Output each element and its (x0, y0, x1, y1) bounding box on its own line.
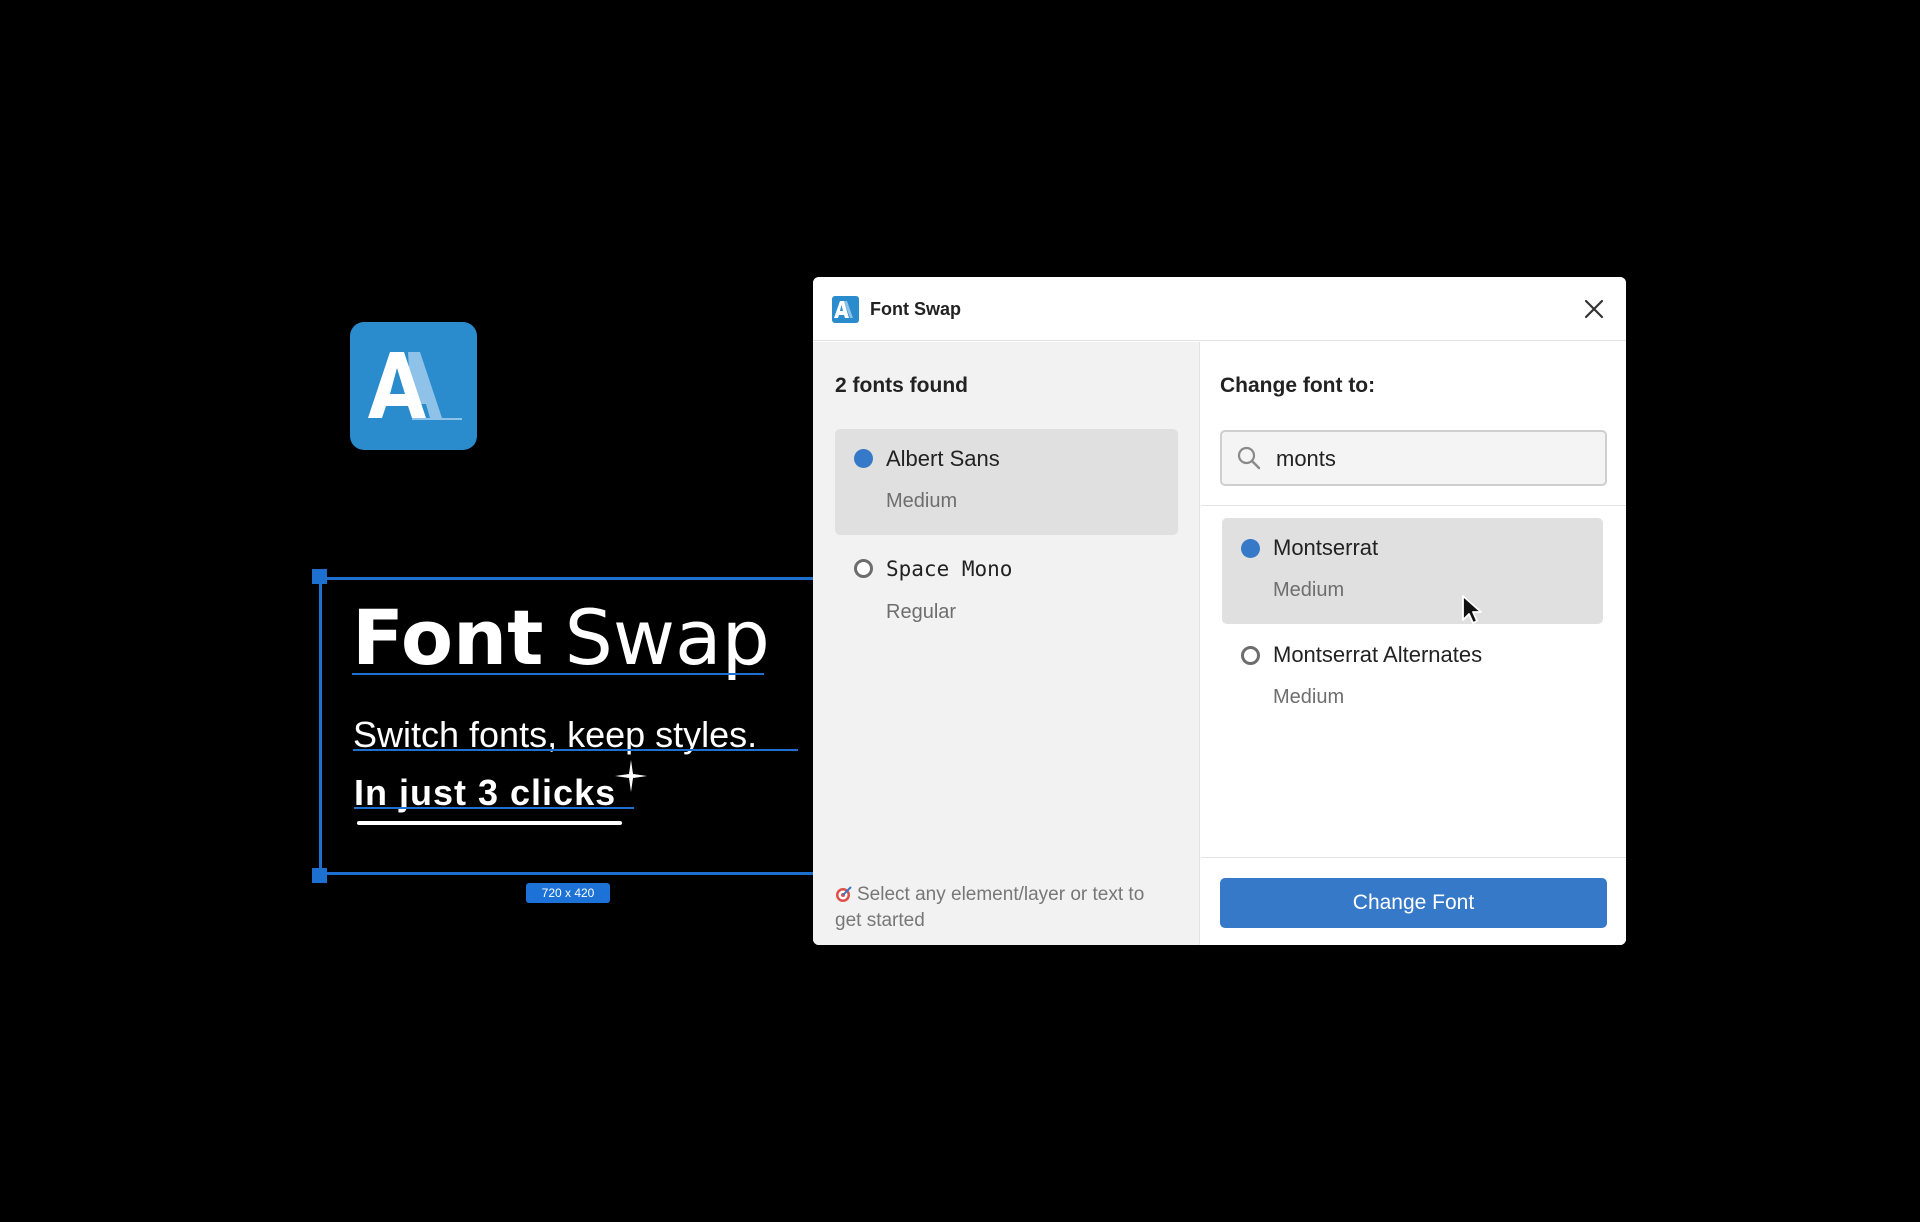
result-font-item-montserrat[interactable]: Montserrat Medium (1222, 518, 1603, 624)
font-name: Space Mono (886, 557, 1013, 581)
font-name: Montserrat Alternates (1273, 642, 1483, 667)
change-font-button[interactable]: Change Font (1220, 878, 1607, 928)
target-icon (836, 886, 852, 902)
text-selection-underline (354, 807, 634, 809)
font-style: Regular (886, 601, 957, 623)
divider (1201, 857, 1626, 858)
hero-title[interactable]: Font Swap (352, 595, 770, 681)
radio-selected-icon (1241, 539, 1260, 558)
radio-unselected-icon (854, 559, 873, 578)
font-search-input[interactable]: monts (1220, 430, 1607, 486)
found-font-item-space-mono[interactable]: Space Mono Regular (835, 538, 1178, 644)
found-font-item-albert-sans[interactable]: Albert Sans Medium (835, 429, 1178, 535)
change-font-label: Change font to: (1220, 374, 1376, 397)
close-button[interactable] (1581, 296, 1607, 322)
hero-title-regular: Swap (564, 593, 770, 682)
fonts-found-label: 2 fonts found (835, 374, 968, 397)
help-hint: Select any element/layer or text to get … (835, 882, 1175, 934)
resize-handle-bottom-left[interactable] (312, 868, 327, 883)
font-style: Medium (886, 490, 958, 512)
sparkle-icon (615, 760, 647, 792)
cta-underline (357, 821, 622, 825)
app-logo-icon (350, 322, 477, 450)
window-header: Font Swap (813, 277, 1626, 341)
design-canvas: 720 x 420 Font Swap Switch fonts, keep s… (0, 0, 1920, 1222)
font-swap-window: Font Swap 2 fonts found Albert Sans Medi… (813, 277, 1626, 945)
result-font-item-montserrat-alternates[interactable]: Montserrat Alternates Medium (1222, 625, 1603, 731)
window-title: Font Swap (870, 299, 961, 319)
font-name: Montserrat (1273, 535, 1379, 560)
hint-text: Select any element/layer or text to get … (835, 884, 1145, 931)
radio-unselected-icon (1241, 646, 1260, 665)
search-value: monts (1276, 446, 1336, 471)
found-fonts-panel: 2 fonts found Albert Sans Medium Space M… (813, 342, 1200, 945)
font-name: Albert Sans (886, 446, 1000, 471)
search-icon (1237, 446, 1261, 470)
text-selection-underline (352, 673, 764, 675)
font-swap-logo-icon (832, 296, 859, 323)
frame-size-badge: 720 x 420 (526, 883, 610, 903)
resize-handle-top-left[interactable] (312, 569, 327, 584)
radio-selected-icon (854, 449, 873, 468)
divider (1201, 505, 1626, 506)
hero-title-bold: Font (352, 593, 544, 682)
mouse-cursor-icon (1462, 595, 1482, 624)
font-style: Medium (1273, 579, 1345, 601)
font-style: Medium (1273, 686, 1345, 708)
close-icon (1584, 299, 1604, 319)
change-font-panel: Change font to: monts Montserrat Medium … (1201, 342, 1626, 945)
text-selection-underline (353, 749, 798, 751)
